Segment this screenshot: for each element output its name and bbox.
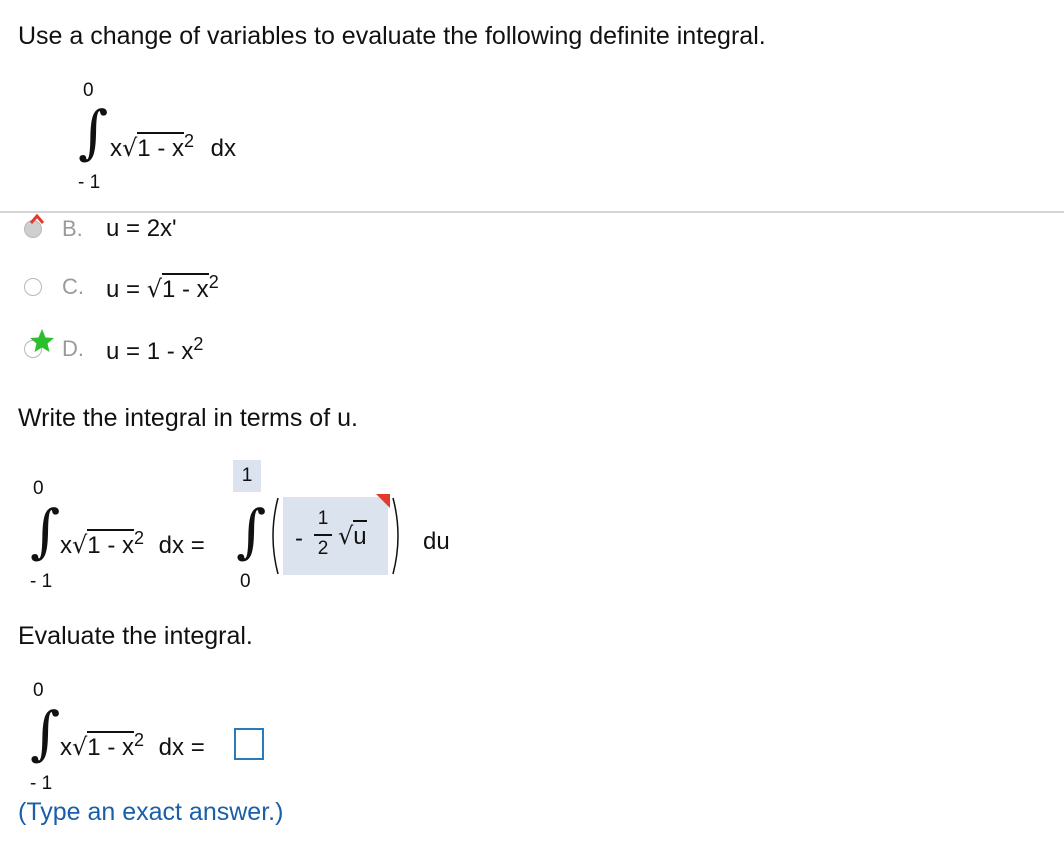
frac-denominator: 2 xyxy=(317,538,329,559)
integral-sign-icon: ∫ xyxy=(78,98,109,166)
part3-radicand: 1 - x xyxy=(87,731,134,761)
option-c-radicand: 1 - x xyxy=(162,273,209,303)
integrand: x√1 - x2 dx xyxy=(110,131,236,163)
correct-star-icon xyxy=(30,329,54,352)
option-b-letter: B. xyxy=(62,216,83,241)
option-b-expr: u = 2x' xyxy=(106,215,177,242)
question-prompt: Use a change of variables to evaluate th… xyxy=(18,22,766,50)
rhs-upper-limit-input[interactable]: 1 xyxy=(233,460,261,492)
part3-integrand: x√1 - x2 dx = xyxy=(60,730,205,762)
frac-bar xyxy=(314,534,332,536)
sqrt-icon: √ xyxy=(122,134,138,162)
rhs-lower-limit: 0 xyxy=(240,571,251,592)
part3-equation: 0 ∫ - 1 x√1 - x2 dx = xyxy=(18,672,318,794)
rhs-integrand-input[interactable]: - 1 2 √u xyxy=(268,494,403,578)
integrand-radicand: 1 - x xyxy=(137,132,184,162)
option-d-text: u = 1 - x xyxy=(106,338,194,365)
lhs-exponent: 2 xyxy=(133,528,144,548)
option-d[interactable]: D. u = 1 - x2 xyxy=(22,329,322,366)
option-b[interactable]: B. u = 2x' xyxy=(22,214,322,242)
frac-numerator: 1 xyxy=(317,508,329,529)
option-c-exponent: 2 xyxy=(208,272,219,292)
part3-lower-limit: - 1 xyxy=(30,773,53,794)
frac-sign: - xyxy=(295,525,303,552)
option-c-expr: u = √1 - x2 xyxy=(106,272,219,304)
sqrt-icon: √ xyxy=(338,522,354,550)
option-c-letter: C. xyxy=(62,274,84,299)
lhs-radicand: 1 - x xyxy=(87,529,134,559)
sqrt-icon: √ xyxy=(72,531,88,559)
answer-input[interactable] xyxy=(234,728,264,760)
part2-equation: 0 ∫ - 1 x√1 - x2 dx = 1 ∫ 0 - 1 2 √u du xyxy=(18,458,478,598)
sqrt-icon: √ xyxy=(72,733,88,761)
option-d-exponent: 2 xyxy=(193,334,204,354)
rhs-radicand: u xyxy=(353,520,367,550)
exponent: 2 xyxy=(183,131,194,151)
part3-x: x xyxy=(60,734,72,761)
part3-exponent: 2 xyxy=(133,730,144,750)
lhs-x: x xyxy=(60,532,72,559)
rhs-sqrt: √u xyxy=(338,520,367,551)
question-integral: 0 ∫ - 1 x√1 - x2 dx xyxy=(60,75,260,195)
lhs-dx: dx = xyxy=(158,532,205,559)
lhs-lower-limit: - 1 xyxy=(30,571,53,592)
answer-hint: (Type an exact answer.) xyxy=(18,798,284,826)
incorrect-mark-icon xyxy=(30,214,44,224)
lhs-integrand: x√1 - x2 dx = xyxy=(60,528,205,560)
option-d-letter: D. xyxy=(62,336,84,361)
option-d-expr: u = 1 - x2 xyxy=(106,334,203,366)
sqrt-icon: √ xyxy=(146,275,162,303)
integral-sign-icon: ∫ xyxy=(236,497,267,565)
integral-sign-icon: ∫ xyxy=(30,699,61,767)
option-c-prefix: u = xyxy=(106,276,141,303)
section-divider xyxy=(0,211,1064,213)
option-c[interactable]: C. u = √1 - x2 xyxy=(22,268,322,304)
dx-label: dx xyxy=(210,135,237,162)
lower-limit: - 1 xyxy=(78,172,101,193)
part3-dx: dx = xyxy=(158,734,205,761)
incorrect-corner-icon xyxy=(376,494,390,508)
part3-prompt: Evaluate the integral. xyxy=(18,622,253,650)
integrand-x: x xyxy=(110,135,122,162)
radio-button-c[interactable] xyxy=(24,278,42,296)
du-label: du xyxy=(423,528,450,555)
integral-sign-icon: ∫ xyxy=(30,497,61,565)
part2-prompt: Write the integral in terms of u. xyxy=(18,404,358,432)
